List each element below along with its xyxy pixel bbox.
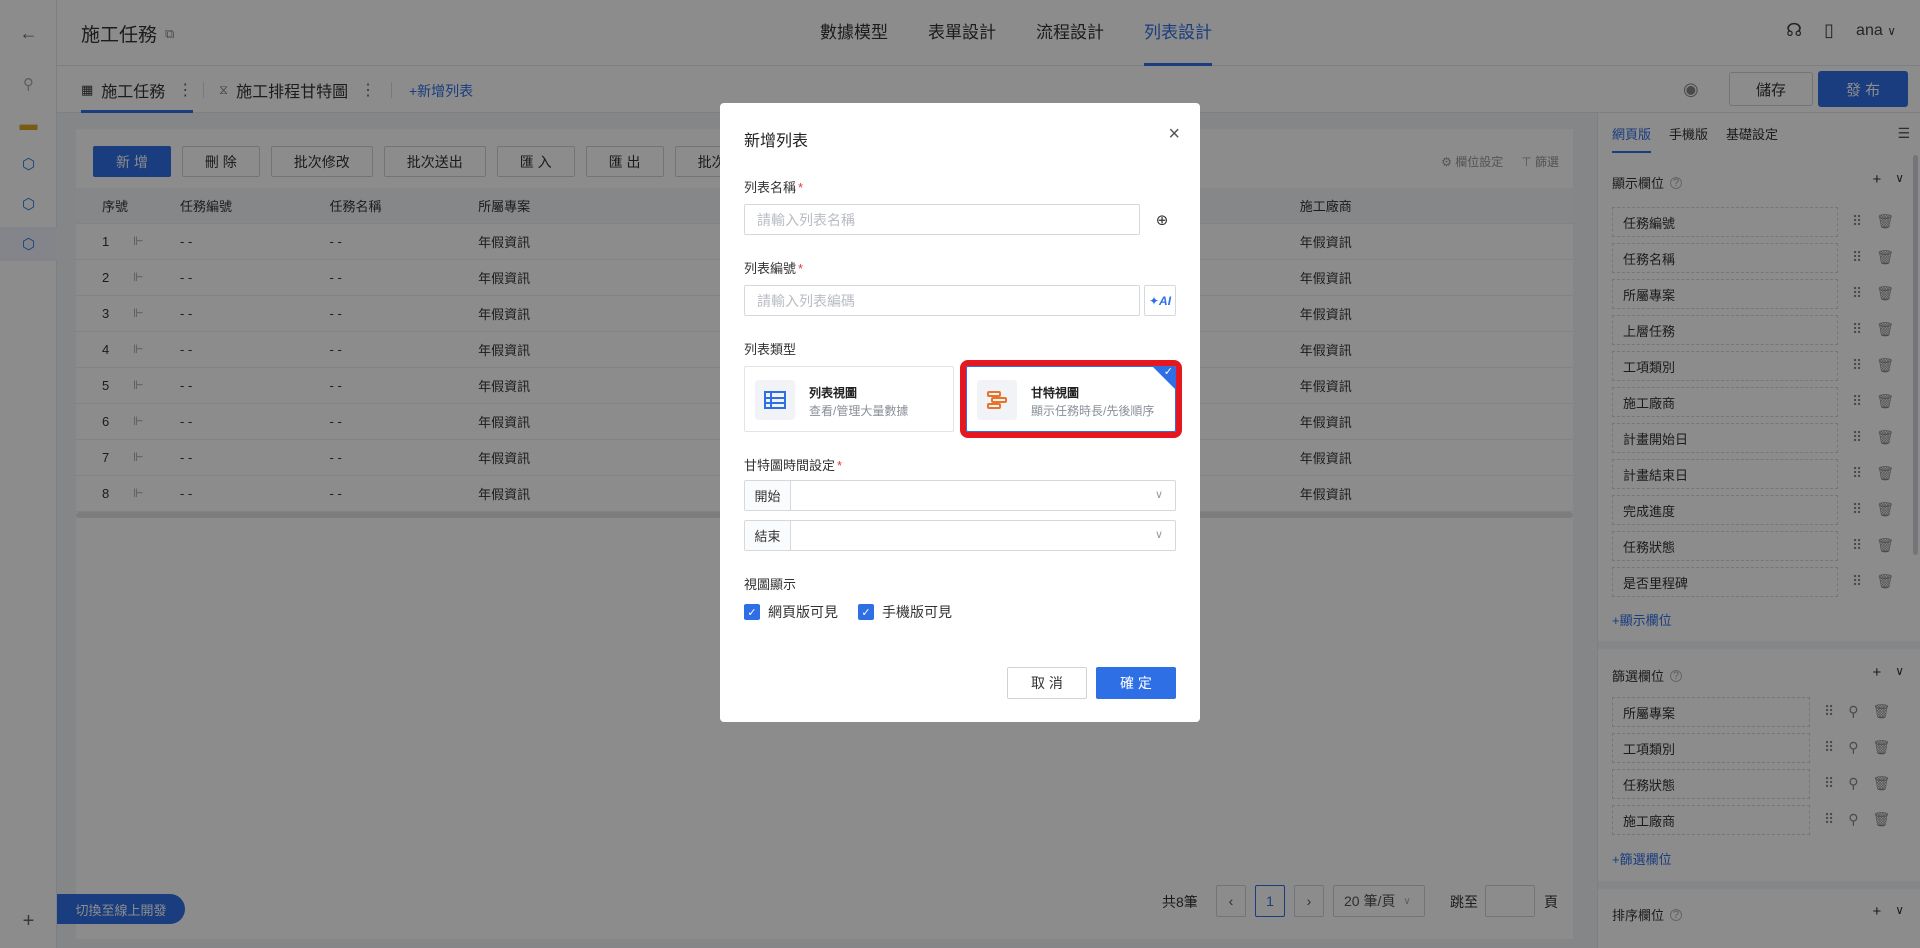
ai-generate-button[interactable]: ✦AI — [1144, 285, 1176, 316]
visibility-options: ✓ 網頁版可見 ✓ 手機版可見 — [744, 602, 952, 622]
list-name-label: 列表名稱 * — [744, 180, 804, 195]
label-text: 列表編號 — [744, 261, 797, 276]
type-card-title: 列表視圖 — [809, 386, 858, 400]
list-code-input[interactable] — [744, 285, 1140, 316]
check-icon: ✓ — [1163, 366, 1173, 378]
type-card-desc: 顯示任務時長/先後順序 — [1031, 404, 1155, 418]
mobile-visible-checkbox[interactable]: ✓ — [858, 604, 874, 620]
list-type-label: 列表類型 — [744, 342, 797, 357]
start-select-body[interactable]: ∨ — [791, 481, 1175, 510]
dialog-title: 新增列表 — [744, 133, 809, 150]
table-icon — [755, 380, 795, 420]
end-addon: 結束 — [745, 521, 791, 550]
type-card-list-view[interactable]: 列表視圖 查看/管理大量數據 — [744, 366, 954, 432]
gantt-time-label: 甘特圖時間設定 * — [744, 458, 843, 473]
web-visible-label: 網頁版可見 — [768, 604, 838, 620]
start-field-select[interactable]: 開始 ∨ — [744, 480, 1176, 511]
end-field-select[interactable]: 結束 ∨ — [744, 520, 1176, 551]
view-display-label: 視圖顯示 — [744, 577, 797, 592]
type-card-gantt-view[interactable]: 甘特視圖 顯示任務時長/先後順序 ✓ — [960, 360, 1182, 438]
type-card-desc: 查看/管理大量數據 — [809, 404, 909, 418]
close-icon[interactable]: × — [1168, 123, 1180, 146]
globe-icon[interactable]: ⊕ — [1147, 204, 1177, 235]
gantt-chart-icon — [977, 380, 1017, 420]
list-code-label: 列表編號 * — [744, 261, 804, 276]
start-addon: 開始 — [745, 481, 791, 510]
chevron-down-icon: ∨ — [1154, 489, 1163, 501]
list-name-input[interactable] — [744, 204, 1140, 235]
type-card-title: 甘特視圖 — [1031, 386, 1080, 400]
label-text: 列表名稱 — [744, 180, 797, 195]
web-visible-checkbox[interactable]: ✓ — [744, 604, 760, 620]
cancel-button[interactable]: 取 消 — [1007, 667, 1087, 699]
mobile-visible-label: 手機版可見 — [882, 604, 952, 620]
chevron-down-icon: ∨ — [1154, 529, 1163, 541]
confirm-button[interactable]: 確 定 — [1096, 667, 1176, 699]
add-list-dialog: 新增列表 × 列表名稱* ⊕ 列表編號* ✦AI 列表類型 列表視圖 查看/管理… — [720, 103, 1200, 722]
end-select-body[interactable]: ∨ — [791, 521, 1175, 550]
label-text: 甘特圖時間設定 — [744, 458, 836, 473]
